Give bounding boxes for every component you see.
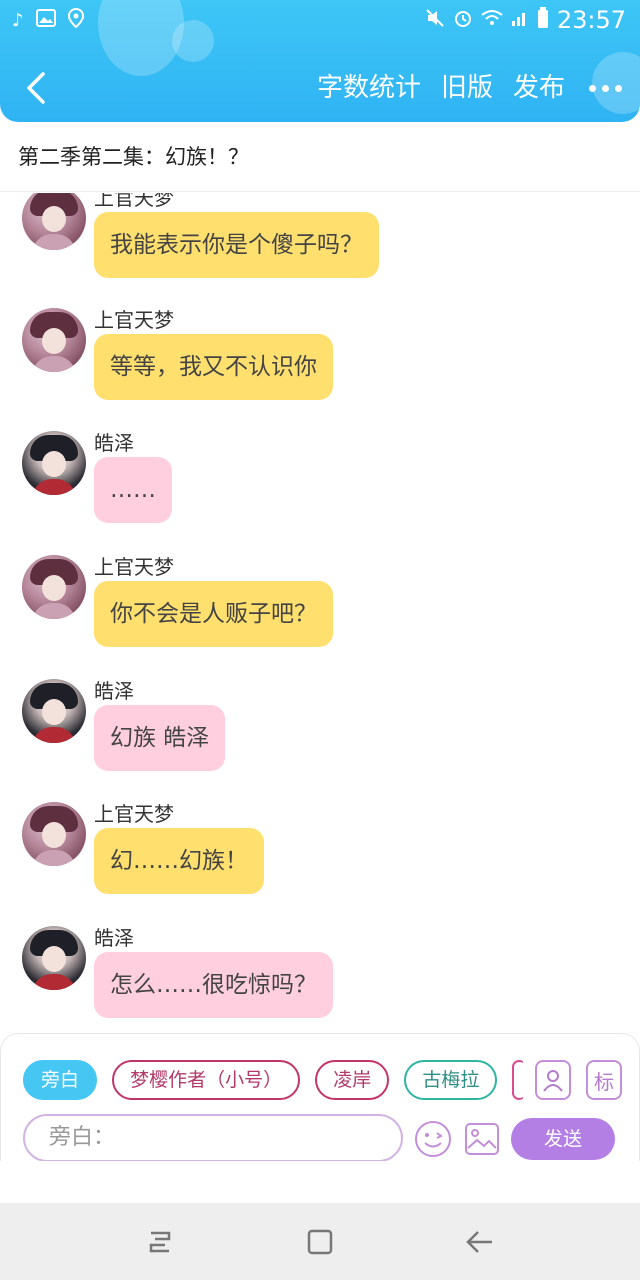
publish-button[interactable]: 发布 [513,70,565,106]
status-bar: ♪ 23:57 [0,0,640,40]
system-nav-bar [0,1203,640,1280]
back-icon [466,1231,492,1253]
sender-name: 皓泽 [94,431,134,455]
message-bubble[interactable]: 我能表示你是个傻子吗？ [94,212,379,278]
message-bubble[interactable]: 幻族 皓泽 [94,705,226,771]
composer: 旁白 梦樱作者（小号） 凌岸 古梅拉 标 旁白： 发送 [0,1033,640,1162]
message-bubble[interactable]: …… [94,457,172,523]
avatar[interactable] [22,555,86,619]
top-header: ♪ 23:57 字数统计 旧版 发布 [0,0,640,122]
role-chip-list[interactable]: 旁白 梦樱作者（小号） 凌岸 古梅拉 [23,1060,523,1100]
emoji-icon [415,1121,451,1157]
chat-list[interactable]: 上官天梦 我能表示你是个傻子吗？ 上官天梦 等等，我又不认识你 皓泽 …… 上官… [0,193,640,1033]
avatar[interactable] [22,926,86,990]
back-arrow-icon [27,72,45,104]
battery-icon [537,6,549,34]
message-bubble[interactable]: 幻……幻族！ [94,828,264,894]
image-button[interactable] [463,1120,501,1158]
word-count-button[interactable]: 字数统计 [317,70,421,106]
message-bubble[interactable]: 怎么……很吃惊吗？ [94,952,333,1018]
tiktok-icon: ♪ [12,10,24,31]
home-icon [307,1229,333,1255]
role-chip-partial[interactable] [512,1060,523,1100]
back-nav-button[interactable] [460,1225,500,1259]
image-icon [35,9,56,33]
avatar[interactable] [22,802,86,866]
character-button[interactable] [535,1060,571,1100]
avatar[interactable] [22,679,86,743]
role-chip-lingan[interactable]: 凌岸 [315,1060,390,1100]
send-button[interactable]: 发送 [511,1118,615,1160]
message-bubble[interactable]: 等等，我又不认识你 [94,334,333,400]
role-chip-narration[interactable]: 旁白 [23,1060,98,1100]
alarm-icon [453,8,473,33]
role-chip-author[interactable]: 梦樱作者（小号） [112,1060,301,1100]
avatar[interactable] [22,431,86,495]
title-bar: 字数统计 旧版 发布 [0,56,640,120]
recent-apps-icon [149,1231,171,1253]
message-input[interactable]: 旁白： [23,1114,403,1162]
sender-name: 上官天梦 [94,802,174,826]
sender-name: 上官天梦 [94,308,174,332]
signal-icon [511,9,529,32]
location-icon [67,7,84,34]
composer-spacer [0,1161,640,1203]
sender-name: 上官天梦 [94,193,174,210]
tag-button-label: 标 [594,1069,614,1094]
sender-name: 上官天梦 [94,555,174,579]
avatar[interactable] [22,193,86,250]
sender-name: 皓泽 [94,926,134,950]
sender-name: 皓泽 [94,679,134,703]
picture-icon [465,1123,499,1155]
back-button[interactable] [18,68,54,108]
wifi-icon [481,9,503,32]
message-bubble[interactable]: 你不会是人贩子吧？ [94,581,333,647]
emoji-button[interactable] [414,1120,452,1158]
clock-time: 23:57 [556,6,626,34]
person-icon [543,1070,563,1092]
role-chip-gumeila[interactable]: 古梅拉 [404,1060,498,1100]
home-button[interactable] [300,1225,340,1259]
recent-apps-button[interactable] [140,1225,180,1259]
more-dots-icon[interactable] [585,84,622,92]
avatar[interactable] [22,308,86,372]
old-version-button[interactable]: 旧版 [441,70,493,106]
episode-title: 第二季第二集：幻族！？ [0,134,640,192]
mute-icon [425,8,445,33]
tag-button[interactable]: 标 [586,1060,622,1100]
